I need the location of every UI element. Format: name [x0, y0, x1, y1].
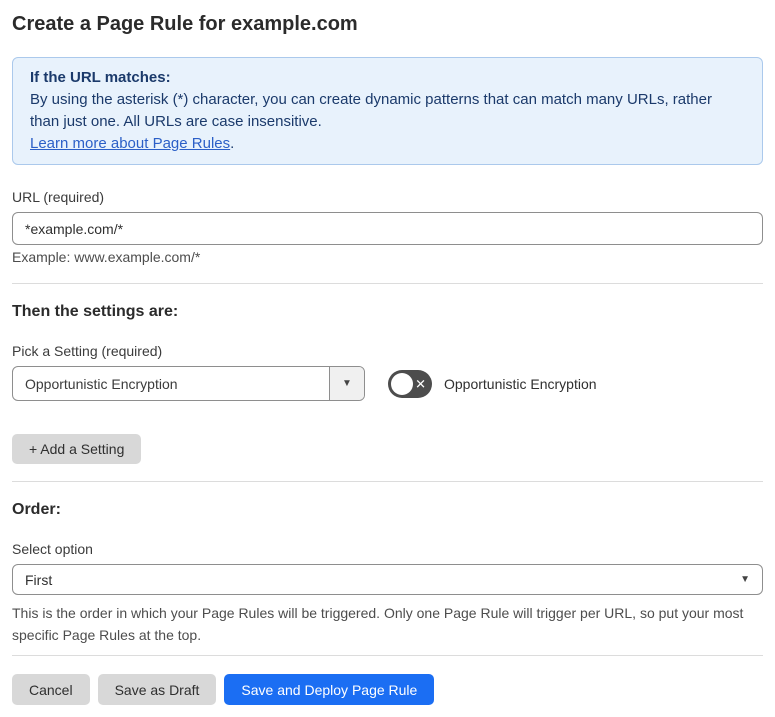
- learn-more-link[interactable]: Learn more about Page Rules: [30, 135, 230, 152]
- order-select[interactable]: First ▼: [12, 564, 763, 595]
- toggle-label: Opportunistic Encryption: [444, 375, 597, 392]
- setting-picker-value: Opportunistic Encryption: [25, 375, 178, 392]
- url-example-helper: Example: www.example.com/*: [12, 249, 201, 265]
- order-select-label: Select option: [12, 541, 93, 557]
- divider: [12, 481, 763, 482]
- order-section: Order: Select option First ▼ This is the…: [12, 502, 763, 646]
- setting-row: Opportunistic Encryption ▼ ✕ Opportunist…: [12, 366, 763, 401]
- order-select-value: First: [25, 571, 53, 588]
- divider: [12, 655, 763, 656]
- page-title: Create a Page Rule for example.com: [12, 13, 358, 35]
- toggle-knob: [391, 372, 413, 395]
- settings-section-heading: Then the settings are:: [12, 303, 179, 320]
- setting-picker-arrow-button[interactable]: ▼: [329, 367, 364, 400]
- add-setting-button[interactable]: + Add a Setting: [12, 434, 142, 464]
- url-matches-info-box: If the URL matches: By using the asteris…: [12, 57, 763, 165]
- chevron-down-icon: ▼: [342, 378, 352, 389]
- url-section: URL (required) Example: www.example.com/…: [12, 190, 763, 264]
- cancel-button[interactable]: Cancel: [12, 674, 90, 705]
- setting-picker-dropdown[interactable]: Opportunistic Encryption ▼: [12, 366, 365, 401]
- order-section-heading: Order:: [12, 501, 61, 518]
- opportunistic-encryption-toggle[interactable]: ✕: [388, 369, 432, 398]
- link-suffix: .: [230, 135, 235, 152]
- save-and-deploy-button[interactable]: Save and Deploy Page Rule: [224, 674, 435, 705]
- footer-actions: Cancel Save as Draft Save and Deploy Pag…: [12, 674, 763, 705]
- info-box-heading: If the URL matches:: [30, 69, 171, 86]
- url-field-label: URL (required): [12, 189, 105, 205]
- chevron-down-icon: ▼: [740, 574, 750, 585]
- pick-setting-label: Pick a Setting (required): [12, 343, 163, 359]
- toggle-x-icon: ✕: [415, 376, 426, 391]
- settings-section: Then the settings are: Pick a Setting (r…: [12, 304, 763, 464]
- url-input[interactable]: [12, 212, 763, 245]
- order-helper-text: This is the order in which your Page Rul…: [12, 605, 744, 643]
- divider: [12, 283, 763, 284]
- info-box-link-line: Learn more about Page Rules.: [30, 133, 745, 155]
- info-box-body: By using the asterisk (*) character, you…: [30, 91, 712, 130]
- save-as-draft-button[interactable]: Save as Draft: [97, 674, 217, 705]
